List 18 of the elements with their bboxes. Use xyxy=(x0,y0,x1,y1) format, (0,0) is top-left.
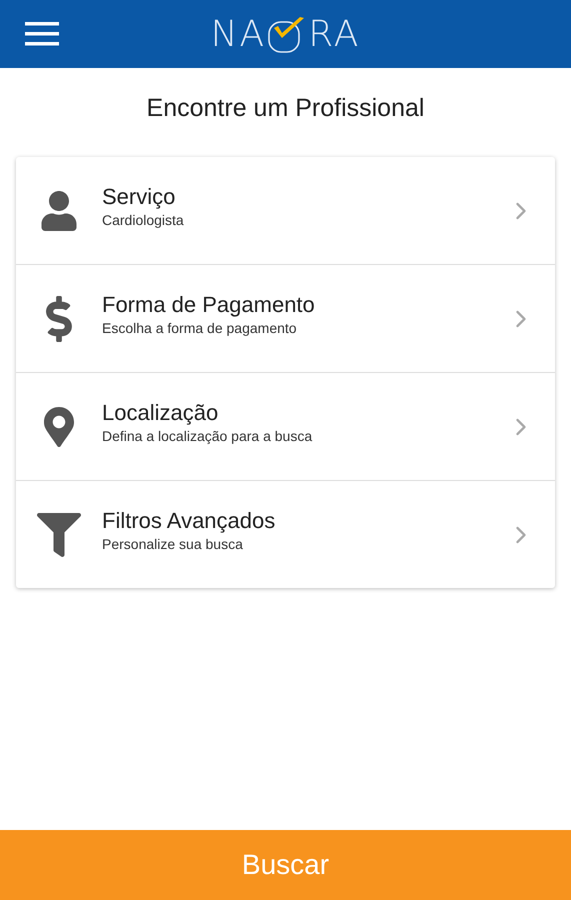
option-row[interactable]: Filtros Avançados Personalize sua busca xyxy=(16,480,555,588)
funnel-icon xyxy=(37,512,81,556)
option-label: Filtros Avançados xyxy=(102,508,276,534)
logo-text: NA xyxy=(210,14,266,54)
option-label: Serviço xyxy=(102,184,176,210)
option-label: Localização xyxy=(102,400,220,426)
option-row[interactable]: Localização Defina a localização para a busca xyxy=(16,372,555,480)
option-row[interactable]: Forma de Pagamento Escolha a forma de pagamento xyxy=(16,264,555,372)
option-value: Escolha a forma de pagamento xyxy=(102,320,298,336)
page-title: Encontre um Profissional xyxy=(146,94,426,122)
option-value: Personalize sua busca xyxy=(102,536,244,552)
option-value: Defina a localização para a busca xyxy=(102,428,314,444)
logo-text: RA xyxy=(308,14,360,54)
option-value: Cardiologista xyxy=(102,212,185,228)
option-row[interactable]: Serviço Cardiologista xyxy=(16,157,555,264)
menu-icon[interactable] xyxy=(25,22,59,46)
person-icon xyxy=(39,190,79,230)
option-label: Forma de Pagamento xyxy=(102,292,316,318)
